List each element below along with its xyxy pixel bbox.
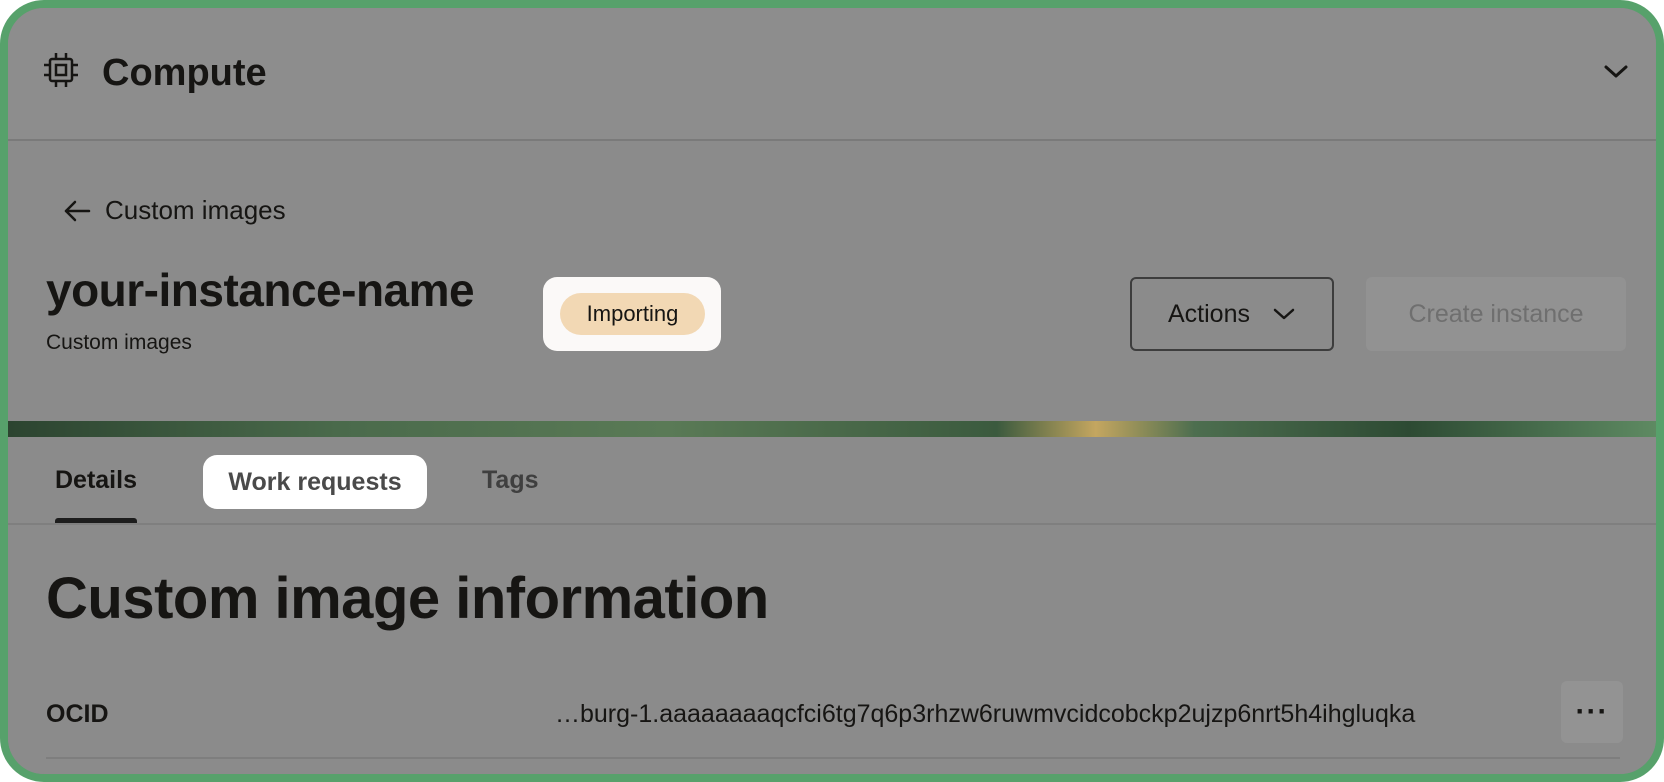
details-panel: Custom image information OCID …burg-1.aa… xyxy=(8,525,1656,774)
ocid-label: OCID xyxy=(46,700,109,728)
active-tab-indicator xyxy=(55,518,137,523)
arrow-left-icon xyxy=(64,200,91,221)
divider xyxy=(46,757,1620,759)
tab-bar: Details Work requests Tags xyxy=(8,437,1656,525)
service-header: Compute xyxy=(8,8,1656,141)
app-title: Compute xyxy=(102,52,267,94)
decorative-banner xyxy=(8,421,1656,437)
tab-tags[interactable]: Tags xyxy=(482,437,539,523)
more-actions-button[interactable]: ··· xyxy=(1561,681,1623,743)
page-header: Custom images your-instance-name Importi… xyxy=(8,141,1656,395)
chip-icon xyxy=(44,53,78,87)
tab-details[interactable]: Details xyxy=(55,437,137,523)
create-instance-button[interactable]: Create instance xyxy=(1366,277,1626,351)
back-link-label: Custom images xyxy=(105,195,286,225)
section-title: Custom image information xyxy=(46,566,769,631)
status-badge: Importing xyxy=(560,293,705,335)
collapse-button[interactable] xyxy=(1596,52,1636,92)
tab-label: Work requests xyxy=(228,467,402,496)
ocid-value: …burg-1.aaaaaaaaqcfci6tg7q6p3rhzw6ruwmvc… xyxy=(555,700,1416,728)
chevron-down-icon xyxy=(1273,308,1295,320)
back-link[interactable]: Custom images xyxy=(63,195,286,226)
more-icon: ··· xyxy=(1575,695,1609,728)
tab-label: Tags xyxy=(482,465,539,494)
actions-button-label: Actions xyxy=(1168,299,1250,328)
tab-work-requests[interactable]: Work requests xyxy=(203,455,427,509)
page-title: your-instance-name xyxy=(46,264,475,316)
chevron-down-icon xyxy=(1604,65,1628,78)
actions-button[interactable]: Actions xyxy=(1130,277,1334,351)
tab-label: Details xyxy=(55,465,137,494)
page-subtitle: Custom images xyxy=(46,331,192,354)
app-window: Compute Custom images your-instance-name… xyxy=(0,0,1664,782)
